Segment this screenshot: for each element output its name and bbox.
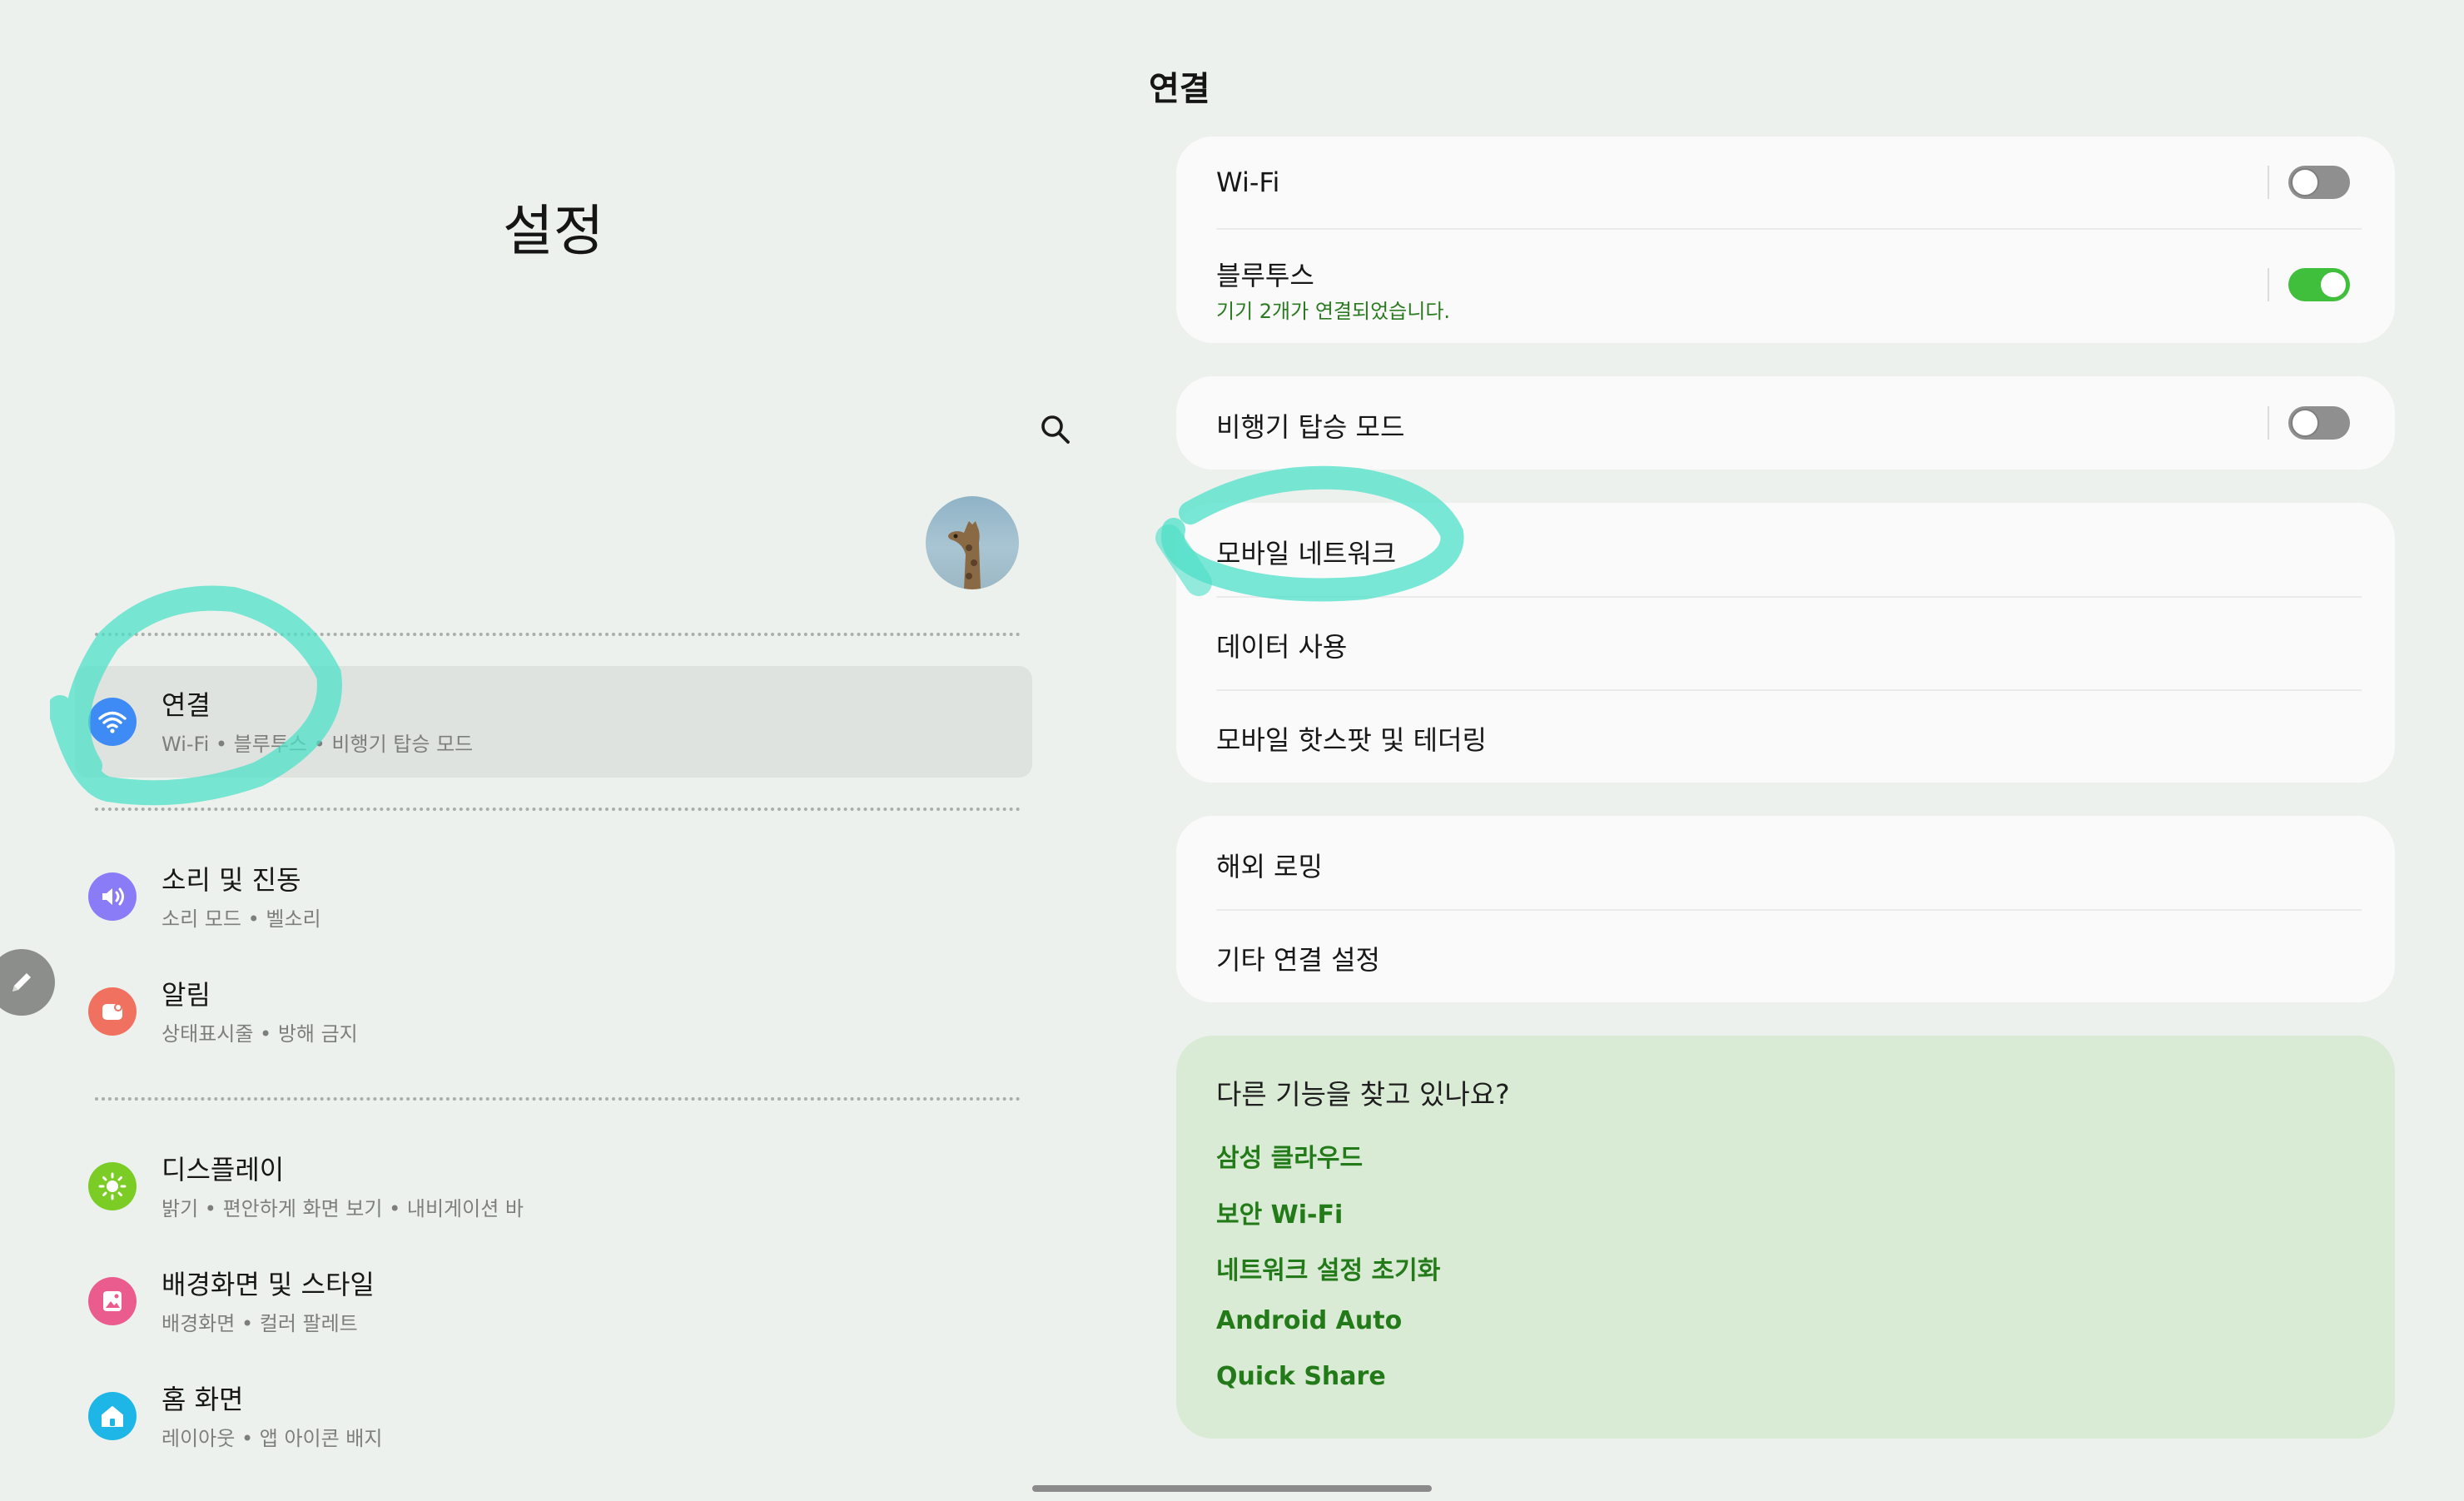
wifi-row[interactable]: Wi-Fi	[1176, 137, 2395, 228]
profile-avatar[interactable]	[926, 496, 1019, 589]
menu-item-display[interactable]: 디스플레이 밝기 • 편안하게 화면 보기 • 내비게이션 바	[75, 1131, 1032, 1242]
menu-item-subtitle: 상태표시줄 • 방해 금지	[161, 1022, 358, 1046]
row-title: 해외 로밍	[1216, 851, 1323, 882]
row-divider	[2268, 406, 2269, 440]
settings-card: Wi-Fi 블루투스 기기 2개가 연결되었습니다.	[1176, 137, 2395, 343]
row-divider	[2268, 166, 2269, 199]
row-subtitle: 기기 2개가 연결되었습니다.	[1216, 300, 1451, 323]
settings-list-pane: 설정 연결 Wi-Fi • 블루투스 • 비행기 탑승 모드 소리 및 진동 소…	[0, 0, 1082, 1501]
row-divider	[2268, 268, 2269, 301]
toggle-knob	[2291, 168, 2319, 196]
home-icon	[88, 1392, 137, 1440]
row-title: 데이터 사용	[1216, 631, 1348, 663]
menu-item-subtitle: Wi-Fi • 블루투스 • 비행기 탑승 모드	[161, 733, 474, 756]
row-title: 비행기 탑승 모드	[1216, 411, 1405, 443]
link-samsung-cloud[interactable]: 삼성 클라우드	[1216, 1137, 1363, 1174]
row-title: 기타 연결 설정	[1216, 944, 1380, 976]
menu-item-title: 연결	[161, 689, 211, 721]
speaker-icon	[88, 872, 137, 921]
suggestions-title: 다른 기능을 찾고 있나요?	[1216, 1078, 1510, 1111]
giraffe-avatar	[948, 521, 981, 589]
section-divider	[95, 808, 1021, 811]
toggle-knob	[2319, 271, 2347, 299]
gesture-home-bar[interactable]	[1032, 1485, 1432, 1492]
settings-card: 비행기 탑승 모드	[1176, 376, 2395, 470]
row-title: 블루투스	[1216, 260, 1314, 291]
section-divider	[95, 1097, 1021, 1101]
menu-item-notifications[interactable]: 알림 상태표시줄 • 방해 금지	[75, 956, 1032, 1067]
airplane-mode-row[interactable]: 비행기 탑승 모드	[1176, 376, 2395, 470]
menu-item-home-screen[interactable]: 홈 화면 레이아웃 • 앱 아이콘 배지	[75, 1360, 1032, 1472]
menu-item-title: 배경화면 및 스타일	[161, 1269, 375, 1300]
row-title: 모바일 네트워크	[1216, 538, 1397, 569]
app-title: 설정	[503, 199, 604, 263]
menu-item-sound[interactable]: 소리 및 진동 소리 모드 • 벨소리	[75, 841, 1032, 952]
wifi-toggle[interactable]	[2288, 166, 2350, 199]
menu-item-title: 홈 화면	[161, 1384, 244, 1415]
menu-item-subtitle: 레이아웃 • 앱 아이콘 배지	[161, 1427, 383, 1450]
menu-item-title: 알림	[161, 979, 211, 1011]
link-reset-network[interactable]: 네트워크 설정 초기화	[1216, 1250, 1440, 1286]
section-divider	[95, 633, 1021, 636]
edit-button[interactable]	[0, 949, 55, 1016]
settings-card: 모바일 네트워크 데이터 사용 모바일 핫스팟 및 테더링	[1176, 503, 2395, 783]
link-secure-wifi[interactable]: 보안 Wi-Fi	[1216, 1194, 1343, 1230]
menu-item-title: 디스플레이	[161, 1154, 285, 1185]
bluetooth-toggle[interactable]	[2288, 268, 2350, 301]
menu-item-wallpaper[interactable]: 배경화면 및 스타일 배경화면 • 컬러 팔레트	[75, 1245, 1032, 1357]
menu-item-subtitle: 소리 모드 • 벨소리	[161, 907, 321, 931]
wallpaper-icon	[88, 1277, 137, 1325]
data-usage-row[interactable]: 데이터 사용	[1176, 596, 2395, 689]
mobile-network-row[interactable]: 모바일 네트워크	[1176, 503, 2395, 596]
search-button[interactable]	[1032, 406, 1079, 453]
pencil-icon	[12, 973, 31, 992]
more-connection-settings-row[interactable]: 기타 연결 설정	[1176, 909, 2395, 1002]
settings-screen: 설정 연결 Wi-Fi • 블루투스 • 비행기 탑승 모드 소리 및 진동 소…	[0, 0, 2464, 1501]
row-title: Wi-Fi	[1216, 167, 1280, 198]
notification-icon	[88, 987, 137, 1036]
bluetooth-row[interactable]: 블루투스 기기 2개가 연결되었습니다.	[1176, 230, 2395, 343]
menu-item-connections[interactable]: 연결 Wi-Fi • 블루투스 • 비행기 탑승 모드	[75, 666, 1032, 778]
page-title: 연결	[1149, 70, 1210, 108]
search-icon	[1041, 415, 1070, 444]
link-quick-share[interactable]: Quick Share	[1216, 1362, 1386, 1391]
roaming-row[interactable]: 해외 로밍	[1176, 816, 2395, 909]
airplane-mode-toggle[interactable]	[2288, 406, 2350, 440]
menu-item-subtitle: 배경화면 • 컬러 팔레트	[161, 1312, 358, 1335]
wifi-icon	[88, 698, 137, 746]
sun-icon	[88, 1162, 137, 1210]
link-android-auto[interactable]: Android Auto	[1216, 1306, 1402, 1335]
suggestions-card: 다른 기능을 찾고 있나요? 삼성 클라우드 보안 Wi-Fi 네트워크 설정 …	[1176, 1036, 2395, 1439]
menu-item-subtitle: 밝기 • 편안하게 화면 보기 • 내비게이션 바	[161, 1197, 524, 1220]
hotspot-tethering-row[interactable]: 모바일 핫스팟 및 테더링	[1176, 689, 2395, 783]
row-title: 모바일 핫스팟 및 테더링	[1216, 724, 1487, 756]
menu-item-title: 소리 및 진동	[161, 864, 301, 896]
settings-card: 해외 로밍 기타 연결 설정	[1176, 816, 2395, 1002]
toggle-knob	[2291, 409, 2319, 437]
